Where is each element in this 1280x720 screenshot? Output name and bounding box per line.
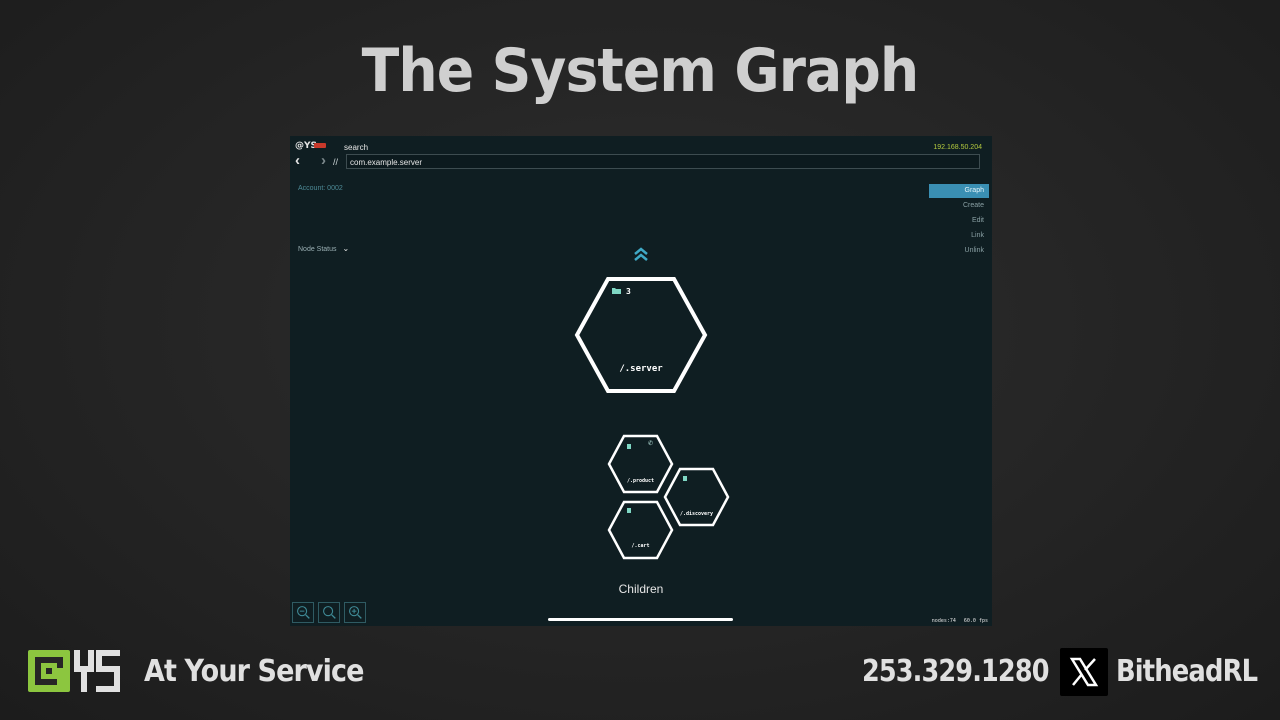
url-prefix: // [333, 157, 339, 167]
menu-item-unlink[interactable]: Unlink [929, 244, 989, 258]
ip-address: 192.168.50.204 [933, 144, 982, 151]
brand-tag [314, 143, 326, 148]
document-icon [627, 508, 631, 513]
home-indicator [548, 618, 733, 621]
tagline: At Your Service [144, 654, 364, 689]
search-label: search [344, 143, 369, 152]
menu-item-edit[interactable]: Edit [929, 214, 989, 228]
app-window: @YS search 192.168.50.204 ‹ › // com.exa… [290, 136, 992, 626]
account-label: Account: 0002 [298, 185, 343, 192]
x-logo-icon [1060, 648, 1108, 696]
forward-arrow-icon[interactable]: › [321, 153, 326, 168]
back-arrow-icon[interactable]: ‹ [295, 153, 300, 168]
url-input[interactable]: com.example.server [346, 154, 980, 169]
social-handle: BitheadRL [1116, 654, 1258, 689]
children-title: Children [618, 582, 664, 596]
node-status-dropdown[interactable]: Node Status ⌄ [298, 244, 349, 253]
menu-item-link[interactable]: Link [929, 229, 989, 243]
document-icon [627, 444, 631, 449]
node-status-label: Node Status [298, 246, 337, 253]
ays-logo [28, 650, 120, 692]
zoom-in-icon[interactable] [344, 602, 366, 623]
node-count: nodes:74 [931, 618, 956, 624]
phone-icon: ✆ [648, 441, 654, 447]
child-label-cart: /.cart [631, 543, 650, 549]
double-chevron-up-icon[interactable] [631, 246, 651, 262]
main-node-label: /.server [619, 364, 663, 374]
document-icon [683, 476, 687, 481]
folder-icon [612, 288, 621, 294]
zoom-reset-icon[interactable] [318, 602, 340, 623]
main-node-hexagon[interactable] [574, 276, 708, 394]
zoom-out-icon[interactable] [292, 602, 314, 623]
menu-item-graph[interactable]: Graph [929, 184, 989, 198]
menu-item-create[interactable]: Create [929, 199, 989, 213]
phone-number: 253.329.1280 [862, 654, 1049, 689]
chevron-down-icon: ⌄ [342, 244, 350, 253]
child-node-cart[interactable] [607, 500, 674, 560]
action-menu: Graph Create Edit Link Unlink [929, 184, 989, 259]
child-count: 3 [626, 287, 631, 296]
slide-title: The System Graph [361, 36, 920, 106]
fps-counter: 60.0 fps [963, 618, 988, 624]
render-stats: nodes:74 60.0 fps [932, 618, 988, 624]
